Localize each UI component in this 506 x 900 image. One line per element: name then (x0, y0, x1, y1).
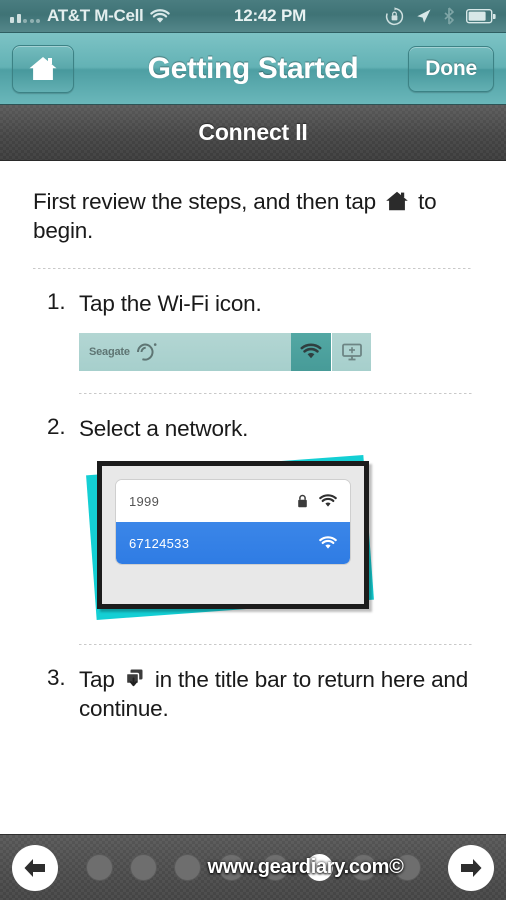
seagate-wifi-button[interactable] (291, 332, 331, 371)
seagate-swirl-icon (133, 341, 159, 363)
network-picker-figure: 1999 67124533 (85, 455, 385, 622)
subtitle-title: Connect II (198, 119, 308, 145)
content-area: First review the steps, and then tap to … (0, 161, 506, 834)
step-2-text: Select a network. (79, 415, 249, 441)
seagate-display-button[interactable] (331, 332, 371, 371)
carrier-label: AT&T M-Cell (47, 6, 144, 25)
network-ssid: 67124533 (129, 535, 190, 551)
page-dot-active[interactable] (305, 854, 333, 881)
network-row[interactable]: 67124533 (116, 522, 350, 564)
page-dot[interactable] (129, 854, 157, 881)
wifi-icon (300, 343, 322, 360)
step-1: 1. Tap the Wi-Fi icon. Seagate (33, 289, 473, 371)
page-dot[interactable] (393, 854, 421, 881)
step-2-number: 2. (47, 413, 66, 439)
subtitle-bar: Connect II (0, 105, 506, 161)
return-to-app-icon (124, 668, 146, 690)
step-1-body: Tap the Wi-Fi icon. Seagate (79, 289, 473, 371)
wifi-icon (319, 536, 337, 550)
step-3-text: Tap in the title bar to return here and … (79, 665, 473, 724)
page-indicator-dots (58, 854, 448, 881)
wifi-icon (150, 8, 171, 24)
network-picker-frame: 1999 67124533 (97, 461, 369, 609)
page-dot[interactable] (173, 854, 201, 881)
seagate-toolbar-figure: Seagate (79, 332, 371, 371)
page-dot[interactable] (217, 854, 245, 881)
arrow-left-icon (22, 856, 48, 880)
display-screen-icon (341, 342, 363, 362)
navigation-bar: Getting Started Done (0, 33, 506, 105)
page-dot[interactable] (349, 854, 377, 881)
step-2: 2. Select a network. 1999 67124533 (33, 414, 473, 622)
step-3-text-before: Tap (79, 667, 115, 692)
forward-button[interactable] (448, 844, 494, 891)
signal-bars-icon (10, 9, 40, 23)
page-dot[interactable] (85, 854, 113, 881)
back-button[interactable] (12, 844, 58, 891)
network-list: 1999 67124533 (115, 479, 351, 565)
home-icon (385, 190, 409, 212)
seagate-brand-label: Seagate (89, 345, 130, 358)
status-bar: AT&T M-Cell 12:42 PM (0, 0, 506, 33)
section-divider (33, 267, 473, 269)
section-divider (79, 392, 473, 394)
app-screen: AT&T M-Cell 12:42 PM Getting Started Don… (0, 0, 506, 900)
lock-icon (297, 494, 308, 508)
network-ssid: 1999 (129, 493, 160, 509)
step-1-text: Tap the Wi-Fi icon. (79, 290, 262, 316)
network-row[interactable]: 1999 (116, 480, 350, 522)
bluetooth-icon (443, 7, 455, 25)
home-button[interactable] (12, 44, 74, 93)
wifi-icon (319, 494, 337, 508)
location-arrow-icon (415, 8, 432, 25)
step-3-number: 3. (47, 665, 66, 690)
rotation-lock-icon (385, 6, 404, 26)
arrow-right-icon (458, 856, 484, 880)
bottom-toolbar: www.geardiary.com© (0, 834, 506, 900)
home-icon (28, 55, 58, 82)
step-3-body: Tap in the title bar to return here and … (79, 665, 473, 724)
intro-paragraph: First review the steps, and then tap to … (33, 187, 473, 246)
intro-text-before: First review the steps, and then tap (33, 189, 376, 214)
status-bar-left: AT&T M-Cell (10, 6, 171, 26)
step-2-body: Select a network. 1999 67124533 (79, 414, 473, 622)
step-3: 3. Tap in the title bar to return here a… (33, 665, 473, 724)
step-1-number: 1. (47, 288, 66, 314)
status-bar-right (385, 6, 496, 26)
seagate-brand-area: Seagate (79, 332, 291, 371)
battery-icon (466, 8, 496, 24)
section-divider (79, 644, 473, 645)
done-button[interactable]: Done (408, 45, 494, 92)
page-dot[interactable] (261, 854, 289, 881)
